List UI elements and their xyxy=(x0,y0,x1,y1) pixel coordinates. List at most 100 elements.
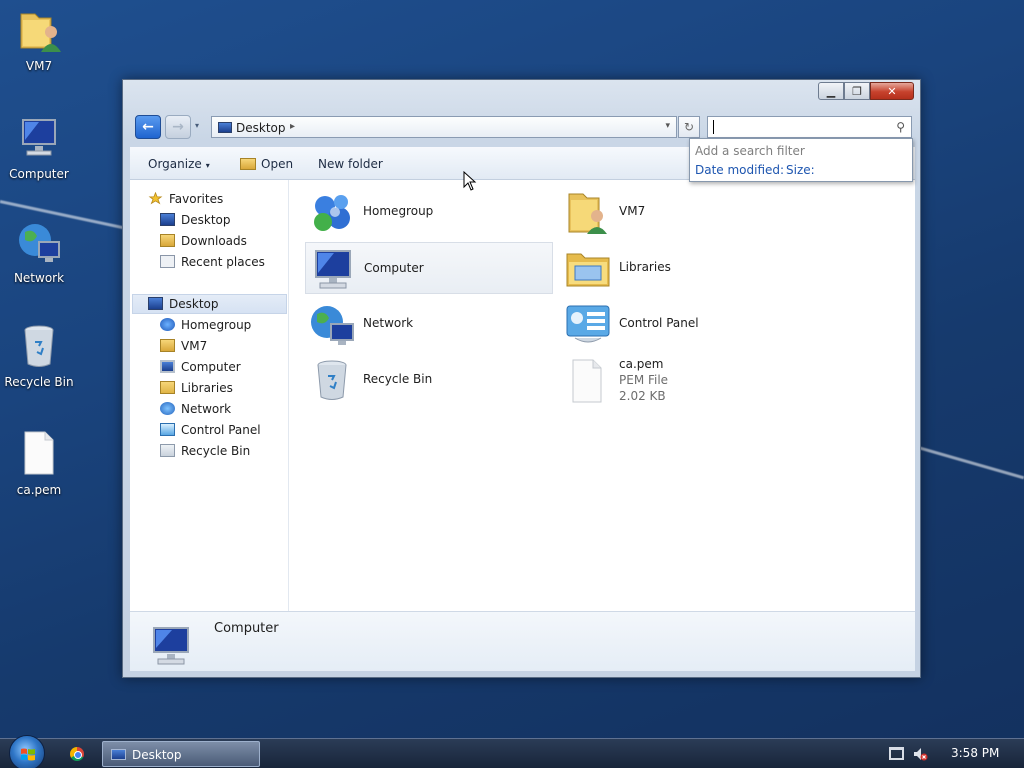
content-item-ca-pem[interactable]: ca.pem PEM File 2.02 KB xyxy=(561,354,809,414)
nav-item-computer[interactable]: Computer xyxy=(160,357,241,377)
filter-date-modified[interactable]: Date modified: xyxy=(695,163,784,177)
desktop-icon-network[interactable]: Network xyxy=(1,218,77,285)
desktop-icon-label: ca.pem xyxy=(16,483,62,497)
nav-item-recent-places[interactable]: Recent places xyxy=(160,252,265,272)
nav-item-downloads[interactable]: Downloads xyxy=(160,231,247,251)
content-item-control-panel[interactable]: Control Panel xyxy=(561,298,809,350)
file-name: ca.pem xyxy=(619,357,664,371)
nav-item-libraries[interactable]: Libraries xyxy=(160,378,233,398)
refresh-button[interactable]: ↻ xyxy=(678,116,700,138)
taskbar-button-desktop[interactable]: Desktop xyxy=(102,741,260,767)
content-item-homegroup[interactable]: Homegroup xyxy=(305,186,553,238)
address-bar[interactable]: Desktop ▸ ▾ xyxy=(211,116,677,138)
text-caret xyxy=(713,120,714,134)
close-button[interactable]: ✕ xyxy=(870,82,914,100)
start-button[interactable] xyxy=(9,735,45,768)
recycle-bin-icon xyxy=(24,325,54,367)
search-filter-title: Add a search filter xyxy=(695,144,805,158)
computer-icon xyxy=(153,627,189,665)
desktop-icon-ca-pem[interactable]: ca.pem xyxy=(1,430,77,497)
user-folder-icon xyxy=(160,339,175,352)
filter-size[interactable]: Size: xyxy=(786,163,815,177)
nav-item-label: Desktop xyxy=(181,213,231,227)
nav-desktop[interactable]: Desktop xyxy=(148,294,219,314)
details-pane: Computer xyxy=(130,611,915,671)
network-icon xyxy=(160,402,175,415)
search-input[interactable]: ⚲ xyxy=(707,116,912,138)
content-item-label: Control Panel xyxy=(619,316,699,330)
nav-item-network[interactable]: Network xyxy=(160,399,231,419)
downloads-folder-icon xyxy=(160,234,175,247)
window-controls: ▁ ❐ ✕ xyxy=(818,82,914,100)
recycle-bin-icon xyxy=(160,444,175,457)
organize-label: Organize xyxy=(148,157,202,171)
nav-favorites[interactable]: Favorites xyxy=(148,189,223,209)
new-folder-button[interactable]: New folder xyxy=(318,157,383,171)
content-item-recycle-bin[interactable]: Recycle Bin xyxy=(305,354,553,406)
nav-item-control-panel[interactable]: Control Panel xyxy=(160,420,261,440)
nav-item-label: VM7 xyxy=(181,339,208,353)
address-location[interactable]: Desktop xyxy=(236,121,286,135)
mouse-pointer-icon xyxy=(463,171,477,191)
navigation-pane: Favorites Desktop Downloads Recent place… xyxy=(130,180,289,611)
nav-item-desktop[interactable]: Desktop xyxy=(160,210,231,230)
content-item-vm7[interactable]: VM7 xyxy=(561,186,809,238)
nav-item-vm7[interactable]: VM7 xyxy=(160,336,207,356)
desktop-icon-label: VM7 xyxy=(25,59,53,73)
navigation-bar: ← → ▾ Desktop ▸ ▾ ↻ ⚲ xyxy=(133,113,912,139)
desktop-icon-label: Network xyxy=(13,271,65,285)
content-item-computer[interactable]: Computer xyxy=(305,242,553,294)
volume-muted-icon[interactable] xyxy=(913,747,928,761)
search-icon[interactable]: ⚲ xyxy=(896,120,905,134)
desktop-icon-label: Recycle Bin xyxy=(4,375,74,389)
content-item-label: Libraries xyxy=(619,260,671,274)
nav-item-label: Downloads xyxy=(181,234,247,248)
recycle-bin-icon xyxy=(317,360,347,400)
minimize-button[interactable]: ▁ xyxy=(818,82,844,100)
content-pane: Homegroup VM7 Computer Libraries Network… xyxy=(290,180,915,611)
control-panel-icon xyxy=(566,305,610,343)
content-item-network[interactable]: Network xyxy=(305,298,553,350)
star-icon xyxy=(148,192,163,205)
homegroup-icon xyxy=(160,318,175,331)
search-filter-popup: Add a search filter Date modified: Size: xyxy=(689,138,913,182)
desktop-icon xyxy=(218,122,232,133)
content-item-label: Homegroup xyxy=(363,204,434,218)
desktop-icon xyxy=(111,749,126,760)
libraries-icon xyxy=(566,253,610,287)
organize-button[interactable]: Organize ▾ xyxy=(148,157,210,171)
desktop-icon-recycle-bin[interactable]: Recycle Bin xyxy=(1,322,77,389)
libraries-icon xyxy=(160,381,175,394)
open-button[interactable]: Open xyxy=(240,157,293,171)
back-button[interactable]: ← xyxy=(135,115,161,139)
chrome-icon[interactable] xyxy=(70,747,84,761)
computer-icon xyxy=(315,250,351,289)
network-status-icon[interactable] xyxy=(889,747,904,760)
desktop-icon-vm7[interactable]: VM7 xyxy=(1,6,77,73)
chevron-down-icon[interactable]: ▾ xyxy=(665,121,670,131)
nav-item-label: Recent places xyxy=(181,255,265,269)
nav-item-homegroup[interactable]: Homegroup xyxy=(160,315,251,335)
file-icon xyxy=(572,359,602,403)
details-item-name: Computer xyxy=(214,621,279,636)
content-item-label: Network xyxy=(363,316,414,330)
forward-button[interactable]: → xyxy=(165,115,191,139)
recent-pages-dropdown[interactable]: ▾ xyxy=(195,121,199,130)
chevron-right-icon[interactable]: ▸ xyxy=(290,121,295,132)
system-clock[interactable]: 3:58 PM xyxy=(951,746,999,760)
maximize-button[interactable]: ❐ xyxy=(844,82,870,100)
explorer-body: Favorites Desktop Downloads Recent place… xyxy=(130,180,915,611)
network-icon xyxy=(19,224,60,262)
taskbar-button-label: Desktop xyxy=(132,748,182,762)
nav-desktop-label: Desktop xyxy=(169,297,219,311)
file-type: PEM File xyxy=(619,373,669,387)
chevron-down-icon: ▾ xyxy=(205,161,210,170)
nav-item-label: Computer xyxy=(181,360,241,374)
taskbar: Desktop 3:58 PM xyxy=(0,735,1024,768)
wallpaper-streak xyxy=(917,446,1024,480)
desktop-icon-computer[interactable]: Computer xyxy=(1,114,77,181)
content-item-libraries[interactable]: Libraries xyxy=(561,242,809,294)
nav-item-label: Control Panel xyxy=(181,423,261,437)
nav-item-recycle-bin[interactable]: Recycle Bin xyxy=(160,441,250,461)
windows-logo-icon xyxy=(21,748,35,761)
